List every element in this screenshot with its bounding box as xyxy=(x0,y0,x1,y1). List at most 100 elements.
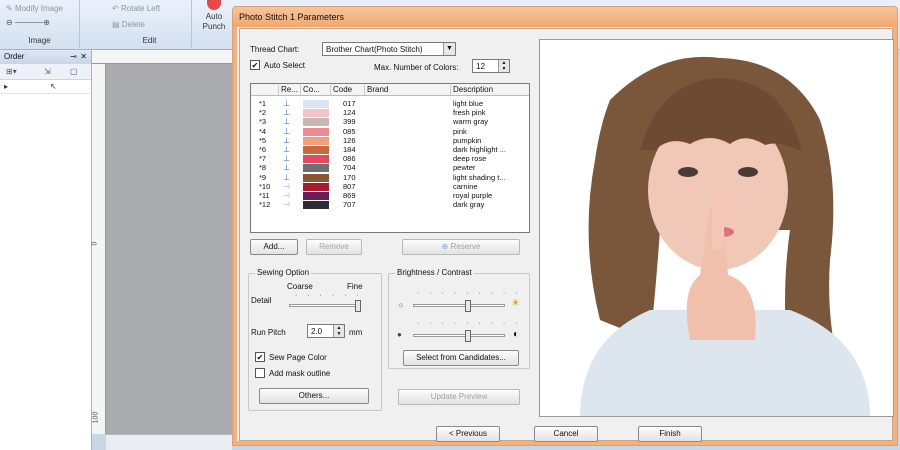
column-header-code[interactable]: Code xyxy=(331,85,365,95)
modify-image-button[interactable]: ✎ Modify Image xyxy=(6,4,63,13)
ruler-mark: 0 xyxy=(91,241,99,246)
table-row[interactable]: *9 ⊥ 170 light shading t... xyxy=(251,173,529,182)
spin-arrows-icon[interactable]: ▲ ▼ xyxy=(498,60,509,72)
table-row[interactable]: *11 ⊣ 869 royal purple xyxy=(251,191,529,200)
brightness-slider-thumb[interactable] xyxy=(464,300,471,312)
run-pitch-label: Run Pitch xyxy=(251,328,286,337)
ribbon-group-label: Image xyxy=(28,36,51,45)
color-swatch xyxy=(303,182,329,191)
detail-slider-thumb[interactable] xyxy=(355,300,361,312)
rotate-left-button[interactable]: ↶ Rotate Left xyxy=(112,4,160,13)
thread-description: pumpkin xyxy=(453,135,482,145)
chevron-down-icon: ▼ xyxy=(443,43,455,55)
column-header-description[interactable]: Description xyxy=(451,85,529,95)
update-preview-button[interactable]: Update Preview xyxy=(398,389,520,405)
max-colors-spinner[interactable]: 12 ▲ ▼ xyxy=(472,59,510,73)
pin-icon[interactable]: ⊥ xyxy=(283,99,290,108)
thread-description: light blue xyxy=(453,99,484,108)
column-header-brand[interactable]: Brand xyxy=(365,85,451,95)
close-icon[interactable]: ✕ xyxy=(80,52,87,61)
photo-stitch-dialog: Photo Stitch 1 Parameters Thread Chart: … xyxy=(232,6,898,446)
unpinned-icon[interactable]: ⊣ xyxy=(283,191,290,200)
pin-icon[interactable]: ⊥ xyxy=(283,136,290,145)
horizontal-scrollbar[interactable] xyxy=(106,434,232,450)
thread-index: *10 xyxy=(259,181,271,191)
color-swatch xyxy=(303,192,329,200)
color-swatch xyxy=(303,155,329,164)
pin-icon[interactable]: ⊥ xyxy=(283,173,290,182)
table-row[interactable]: *8 ⊥ 704 pewter xyxy=(251,163,529,173)
finish-button[interactable]: Finish xyxy=(638,426,702,442)
pin-icon[interactable]: ⊥ xyxy=(283,117,290,126)
brightness-slider-track[interactable] xyxy=(413,304,505,307)
thread-code: 184 xyxy=(343,145,356,154)
auto-punch-button[interactable]: Auto Punch xyxy=(196,0,232,48)
others-button[interactable]: Others... xyxy=(259,388,369,404)
thread-chart-dropdown[interactable]: Brother Chart(Photo Stitch) ▼ xyxy=(322,42,456,56)
thread-chart-value: Brother Chart(Photo Stitch) xyxy=(326,45,423,54)
add-button[interactable]: Add... xyxy=(250,239,298,255)
thread-code: 126 xyxy=(343,135,356,145)
unpinned-icon[interactable]: ⊣ xyxy=(283,182,290,191)
contrast-slider-thumb[interactable] xyxy=(464,330,471,342)
table-row[interactable]: *1 ⊥ 017 light blue xyxy=(251,99,529,108)
table-row[interactable]: *7 ⊥ 086 deep rose xyxy=(251,154,529,164)
table-row[interactable]: *6 ⊥ 184 dark highlight ... xyxy=(251,145,529,154)
run-pitch-spinner[interactable]: 2.0 ▲ ▼ xyxy=(307,324,345,338)
modify-image-icon: ✎ xyxy=(6,4,15,13)
delete-button[interactable]: ▤ Delete xyxy=(112,20,145,29)
pin-icon[interactable]: ⊥ xyxy=(283,127,290,136)
order-frame-icon[interactable]: ▢ xyxy=(70,67,78,76)
table-row[interactable]: *10 ⊣ 807 carnine xyxy=(251,182,529,191)
cancel-button[interactable]: Cancel xyxy=(534,426,598,442)
pin-icon[interactable]: ⊥ xyxy=(283,154,290,163)
table-row[interactable]: *12 ⊣ 707 dark gray xyxy=(251,200,529,210)
zoom-slider[interactable]: ⊖ ─────⊕ xyxy=(6,18,50,27)
add-mask-outline-checkbox[interactable] xyxy=(255,368,265,378)
reserve-button[interactable]: ⊕ Reserve xyxy=(402,239,520,255)
thread-description: fresh pink xyxy=(453,108,486,118)
rotate-left-icon: ↶ xyxy=(112,4,121,13)
thread-code: 124 xyxy=(343,108,356,118)
spin-arrows-icon[interactable]: ▲ ▼ xyxy=(333,325,344,337)
thread-table[interactable]: Re... Co... Code Brand Description *1 ⊥ 01… xyxy=(250,83,530,233)
dialog-titlebar[interactable]: Photo Stitch 1 Parameters xyxy=(233,7,897,27)
thread-chart-label: Thread Chart: xyxy=(250,45,300,54)
table-row[interactable]: *5 ⊥ 126 pumpkin xyxy=(251,136,529,145)
thread-index: *2 xyxy=(259,108,267,118)
brightness-contrast-title: Brightness / Contrast xyxy=(395,268,474,277)
table-row[interactable]: *3 ⊥ 399 warm gray xyxy=(251,117,529,127)
design-canvas[interactable] xyxy=(106,64,232,434)
column-header-reserve[interactable]: Re... xyxy=(279,85,301,95)
pin-icon[interactable]: ⊥ xyxy=(283,108,290,117)
thread-code: 869 xyxy=(343,191,356,200)
pin-icon: ⊕ xyxy=(441,242,451,251)
previous-button[interactable]: < Previous xyxy=(436,426,500,442)
dialog-client: Thread Chart: Brother Chart(Photo Stitch… xyxy=(239,28,894,442)
auto-select-checkbox[interactable]: ✔ xyxy=(250,60,260,70)
remove-button[interactable]: Remove xyxy=(306,239,362,255)
detail-label: Detail xyxy=(251,296,272,305)
column-header-color[interactable]: Co... xyxy=(301,85,331,95)
pin-icon[interactable]: ⊥ xyxy=(283,163,290,172)
table-row[interactable]: *4 ⊥ 085 pink xyxy=(251,127,529,136)
pin-icon[interactable]: ⊸ xyxy=(70,52,77,61)
thread-description: deep rose xyxy=(453,154,487,164)
thread-description: pink xyxy=(453,126,467,136)
sew-page-color-checkbox[interactable]: ✔ xyxy=(255,352,265,362)
color-swatch xyxy=(303,164,329,173)
order-view-icon[interactable]: ⊞▾ xyxy=(6,67,17,76)
select-arrow-icon[interactable]: ↖ xyxy=(50,82,57,91)
select-from-candidates-button[interactable]: Select from Candidates... xyxy=(403,350,519,366)
table-row[interactable]: *2 ⊥ 124 fresh pink xyxy=(251,108,529,118)
thread-index: *8 xyxy=(259,163,267,173)
color-swatch xyxy=(303,136,329,145)
detail-slider-track[interactable] xyxy=(289,304,361,307)
unpinned-icon[interactable]: ⊣ xyxy=(283,200,290,209)
auto-select-label: Auto Select xyxy=(264,61,305,70)
contrast-slider-track[interactable] xyxy=(413,334,505,337)
order-move-icon[interactable]: ⇲ xyxy=(44,67,51,76)
pin-icon[interactable]: ⊥ xyxy=(283,145,290,154)
order-item-icon[interactable]: ▸ xyxy=(4,82,8,91)
thread-code: 017 xyxy=(343,99,356,108)
